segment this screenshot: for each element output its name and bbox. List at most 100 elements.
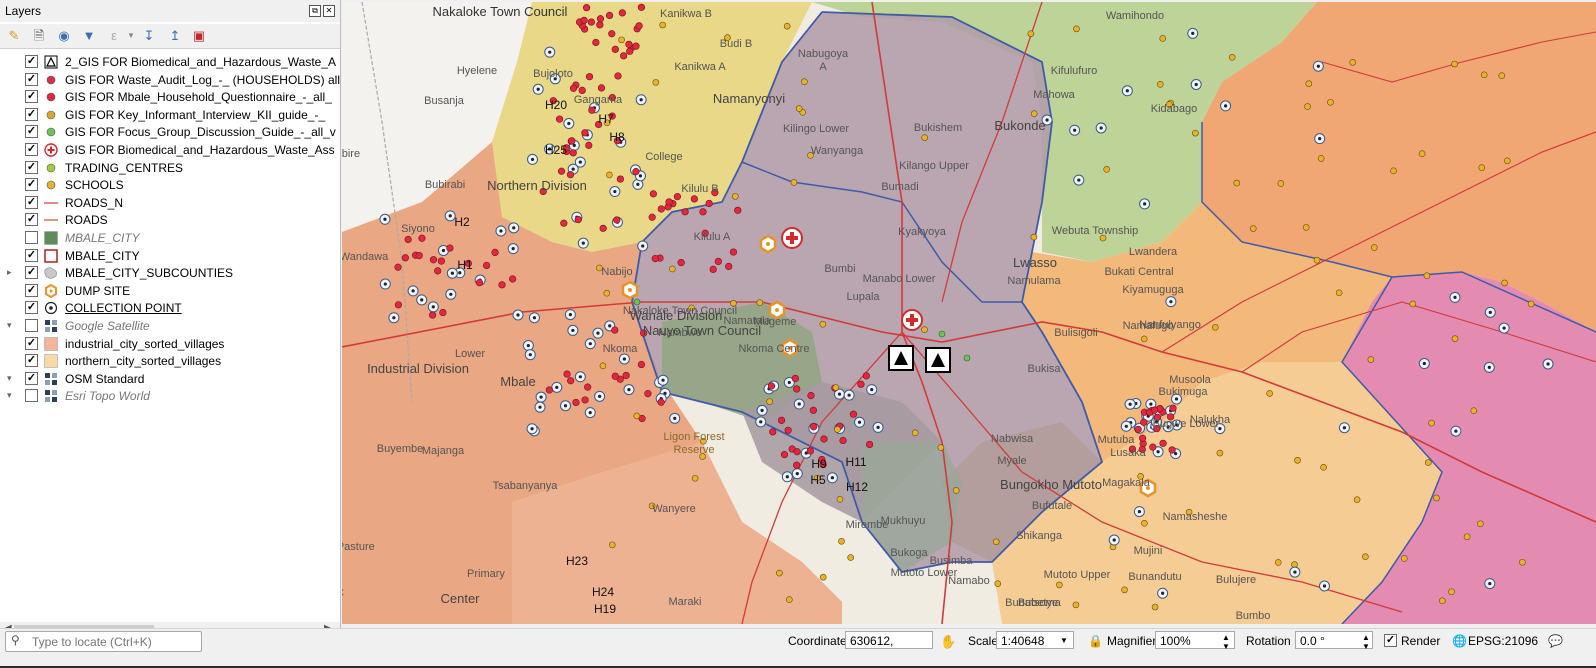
collection-point-center[interactable] (420, 298, 424, 302)
collection-point-center[interactable] (1099, 126, 1103, 130)
household-point-marker[interactable] (699, 208, 707, 216)
household-point-marker[interactable] (632, 42, 640, 50)
household-point-marker[interactable] (1134, 425, 1142, 433)
school-point-marker[interactable] (1266, 390, 1273, 397)
collection-point-center[interactable] (581, 241, 585, 245)
crs-globe-icon[interactable]: 🌐 (1452, 634, 1467, 648)
household-point-marker[interactable] (714, 257, 722, 265)
household-point-marker[interactable] (635, 22, 643, 30)
magnifier-spinner-icon[interactable]: ▲ ▼ (1222, 633, 1230, 651)
collection-point-center[interactable] (1223, 104, 1228, 108)
household-point-marker[interactable] (807, 391, 815, 400)
school-point-marker[interactable] (1503, 157, 1511, 165)
collection-point-center[interactable] (1422, 361, 1426, 366)
household-point-marker[interactable] (657, 205, 665, 213)
collection-point-center[interactable] (797, 402, 801, 406)
household-point-marker[interactable] (673, 193, 682, 201)
school-point-marker[interactable] (1349, 59, 1357, 66)
style-paint-icon[interactable]: ✎ (5, 27, 23, 45)
collection-point-center[interactable] (567, 121, 571, 126)
collection-point-center[interactable] (1487, 365, 1491, 369)
household-point-marker[interactable] (648, 213, 656, 221)
school-point-marker[interactable] (1463, 533, 1471, 541)
household-point-marker[interactable] (690, 195, 698, 203)
dump-site-center[interactable] (766, 242, 770, 246)
collection-point-center[interactable] (622, 357, 626, 361)
household-point-marker[interactable] (780, 451, 789, 459)
biomedical-cross-horizontal[interactable] (786, 236, 798, 240)
expand-chevron-icon[interactable]: ▾ (7, 320, 12, 331)
collection-point-center[interactable] (1191, 31, 1195, 35)
collection-point-center[interactable] (512, 226, 516, 230)
lock-scale-icon[interactable]: 🔒 (1088, 634, 1103, 648)
household-point-marker[interactable] (806, 447, 814, 455)
household-point-marker[interactable] (581, 129, 589, 137)
household-point-marker[interactable] (557, 167, 566, 175)
household-point-marker[interactable] (862, 372, 870, 380)
collection-point-center[interactable] (538, 405, 542, 409)
collection-point-center[interactable] (571, 328, 575, 333)
household-point-marker[interactable] (434, 267, 442, 275)
layer-visibility-checkbox[interactable]: ✓ (25, 371, 38, 385)
school-point-marker[interactable] (1216, 449, 1224, 457)
filter-icon[interactable]: ▼ (80, 27, 98, 45)
household-point-marker[interactable] (614, 72, 622, 80)
household-point-marker[interactable] (793, 448, 801, 456)
household-point-marker[interactable] (622, 371, 630, 380)
household-point-marker[interactable] (632, 168, 640, 176)
household-point-marker[interactable] (681, 208, 689, 216)
household-point-marker[interactable] (793, 385, 801, 393)
dump-site-center[interactable] (775, 308, 779, 312)
chevron-down-icon[interactable]: ▼ (122, 27, 140, 45)
school-point-marker[interactable] (608, 541, 616, 549)
collection-point-center[interactable] (795, 472, 799, 476)
collection-point-center[interactable] (1112, 538, 1116, 542)
remove-layer-icon[interactable]: ▣ (190, 27, 208, 45)
school-point-marker[interactable] (1192, 129, 1199, 137)
collection-point-center[interactable] (1453, 295, 1457, 299)
school-point-marker[interactable] (1477, 520, 1484, 528)
household-point-marker[interactable] (567, 377, 575, 385)
school-point-marker[interactable] (1362, 553, 1369, 561)
household-point-marker[interactable] (596, 21, 604, 29)
collection-point-center[interactable] (1322, 584, 1327, 588)
household-point-marker[interactable] (611, 326, 619, 334)
school-point-marker[interactable] (659, 21, 666, 29)
household-point-marker[interactable] (625, 40, 633, 48)
school-point-marker[interactable] (783, 22, 791, 30)
collection-point-center[interactable] (1454, 429, 1458, 433)
collection-point-center[interactable] (571, 167, 575, 171)
layer-row[interactable]: ✓ GIS FOR Mbale_Household_Questionnaire_-… (0, 88, 340, 106)
school-point-marker[interactable] (1424, 459, 1432, 466)
layer-row[interactable]: ✓ industrial_city_sorted_villages (0, 335, 340, 353)
collection-point-center[interactable] (1318, 137, 1322, 141)
expand-chevron-icon[interactable]: ▸ (7, 267, 12, 278)
school-point-marker[interactable] (994, 580, 1002, 587)
layer-visibility-checkbox[interactable]: ✓ (25, 143, 38, 156)
school-point-marker[interactable] (832, 384, 840, 391)
collection-point-center[interactable] (608, 324, 612, 328)
collection-point-center[interactable] (613, 189, 617, 194)
household-point-marker[interactable] (767, 382, 776, 390)
collection-point-center[interactable] (857, 420, 862, 424)
school-point-marker[interactable] (1317, 155, 1325, 162)
school-point-marker[interactable] (1527, 300, 1535, 308)
crs-label[interactable]: EPSG:21096 (1468, 634, 1538, 648)
collection-point-center[interactable] (870, 387, 874, 392)
layer-row[interactable]: ✓ TRADING_CENTRES (0, 159, 340, 177)
household-point-marker[interactable] (616, 175, 624, 183)
collection-point-center[interactable] (1142, 202, 1147, 206)
collection-point-center[interactable] (1077, 178, 1081, 182)
school-point-marker[interactable] (1367, 356, 1375, 363)
household-point-marker[interactable] (578, 86, 586, 94)
messages-icon[interactable]: 💬 (1548, 634, 1563, 648)
collection-point-center[interactable] (516, 313, 520, 317)
school-point-marker[interactable] (603, 289, 611, 297)
household-point-marker[interactable] (849, 410, 858, 418)
locator-search[interactable]: ⚲ (5, 631, 202, 652)
school-point-marker[interactable] (1056, 581, 1063, 589)
collection-point-center[interactable] (578, 375, 582, 379)
layer-row[interactable]: ✓ 2_GIS FOR Biomedical_and_Hazardous_Wast… (0, 53, 340, 71)
collection-point-center[interactable] (392, 316, 396, 320)
school-point-marker[interactable] (937, 444, 945, 451)
